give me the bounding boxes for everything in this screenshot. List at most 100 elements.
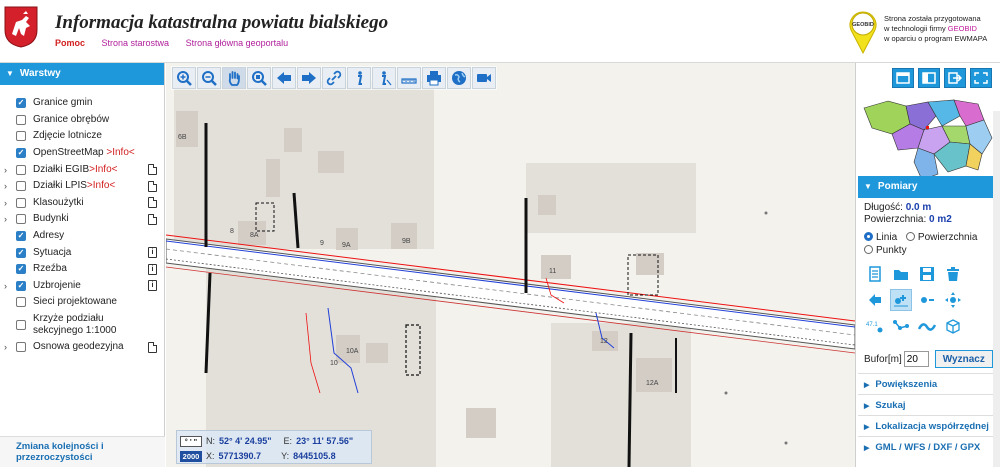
layer-checkbox[interactable] bbox=[16, 264, 26, 275]
mode-points-radio[interactable] bbox=[864, 245, 873, 254]
folder-icon[interactable] bbox=[890, 263, 912, 285]
document-icon[interactable] bbox=[148, 164, 157, 176]
add-point-icon[interactable] bbox=[890, 289, 912, 311]
cube-icon[interactable] bbox=[942, 315, 964, 337]
layer-label[interactable]: Działki EGIB>Info< bbox=[33, 164, 153, 176]
layers-header[interactable]: ▼ Warstwy bbox=[0, 63, 164, 85]
mode-points-label[interactable]: Punkty bbox=[876, 245, 907, 256]
layer-item[interactable]: Granice gmin bbox=[0, 95, 164, 112]
info-icon[interactable]: i bbox=[148, 247, 157, 259]
polyline-icon[interactable] bbox=[890, 315, 912, 337]
layer-label[interactable]: Zdjęcie lotnicze bbox=[33, 130, 153, 142]
layer-checkbox[interactable] bbox=[16, 197, 26, 208]
chevron-right-icon[interactable]: › bbox=[4, 214, 14, 224]
layer-label[interactable]: Granice gmin bbox=[33, 97, 153, 109]
layer-item[interactable]: OpenStreetMap >Info< bbox=[0, 145, 164, 162]
layer-label[interactable]: Sytuacja bbox=[33, 247, 153, 259]
trash-icon[interactable] bbox=[942, 263, 964, 285]
document-icon[interactable] bbox=[148, 213, 157, 225]
layer-label[interactable]: Sieci projektowane bbox=[33, 296, 153, 308]
layer-item[interactable]: › Klasoużytki bbox=[0, 195, 164, 212]
layer-info-link[interactable]: >Info< bbox=[89, 164, 117, 175]
layer-label[interactable]: Adresy bbox=[33, 230, 153, 242]
info-cursor-button[interactable] bbox=[372, 67, 396, 89]
document-icon[interactable] bbox=[148, 180, 157, 192]
geo-format-toggle[interactable]: ° ' " bbox=[180, 435, 202, 447]
layer-checkbox[interactable] bbox=[16, 131, 26, 142]
map-canvas[interactable]: 6B 8 8A 9 9A 9B 11 10A 10 12 12A bbox=[166, 63, 855, 467]
info-icon[interactable]: i bbox=[148, 280, 157, 292]
layer-order-link[interactable]: Zmiana kolejności i przezroczystości bbox=[0, 436, 165, 467]
zoom-out-button[interactable] bbox=[197, 67, 221, 89]
layer-label[interactable]: OpenStreetMap >Info< bbox=[33, 147, 153, 159]
info-button[interactable] bbox=[347, 67, 371, 89]
layer-info-link[interactable]: >Info< bbox=[87, 180, 115, 191]
layer-label[interactable]: Granice obrębów bbox=[33, 114, 153, 126]
chevron-right-icon[interactable]: › bbox=[4, 198, 14, 208]
arrow-back-button[interactable] bbox=[272, 67, 296, 89]
layer-item[interactable]: Adresy bbox=[0, 228, 164, 245]
overview-map[interactable] bbox=[858, 96, 996, 186]
mode-area-label[interactable]: Powierzchnia bbox=[918, 232, 977, 243]
layer-label[interactable]: Krzyże podziału sekcyjnego 1:1000 bbox=[33, 313, 153, 337]
measure-label-icon[interactable]: 47.1 bbox=[864, 315, 886, 337]
accordion-zoom[interactable]: ▶ Powiększenia bbox=[858, 373, 993, 394]
chevron-right-icon[interactable]: › bbox=[4, 181, 14, 191]
mode-line-radio[interactable] bbox=[864, 232, 873, 241]
save-icon[interactable] bbox=[916, 263, 938, 285]
accordion-search[interactable]: ▶ Szukaj bbox=[858, 394, 993, 415]
geobid-brand[interactable]: GEOBID bbox=[948, 24, 977, 33]
layer-checkbox[interactable] bbox=[16, 181, 26, 192]
layer-item[interactable]: › Osnowa geodezyjna bbox=[0, 339, 164, 356]
layer-checkbox[interactable] bbox=[16, 98, 26, 109]
crs-toggle[interactable]: 2000 bbox=[180, 450, 202, 462]
chevron-right-icon[interactable]: › bbox=[4, 281, 14, 291]
chevron-right-icon[interactable]: › bbox=[4, 165, 14, 175]
layer-info-link[interactable]: >Info< bbox=[106, 147, 134, 158]
print-button[interactable] bbox=[422, 67, 446, 89]
document-list-icon[interactable] bbox=[864, 263, 886, 285]
layer-item[interactable]: Sytuacja i bbox=[0, 244, 164, 261]
help-link[interactable]: Pomoc bbox=[55, 38, 85, 48]
layer-checkbox[interactable] bbox=[16, 297, 26, 308]
layer-checkbox[interactable] bbox=[16, 164, 26, 175]
geobid-logo[interactable]: GEOBID bbox=[846, 8, 880, 54]
layer-checkbox[interactable] bbox=[16, 319, 26, 330]
document-icon[interactable] bbox=[148, 341, 157, 353]
layer-checkbox[interactable] bbox=[16, 114, 26, 125]
accordion-gml[interactable]: ▶ GML / WFS / DXF / GPX bbox=[858, 436, 993, 457]
layer-checkbox[interactable] bbox=[16, 214, 26, 225]
arrow-forward-button[interactable] bbox=[297, 67, 321, 89]
map-view[interactable]: 6B 8 8A 9 9A 9B 11 10A 10 12 12A ° ' " N… bbox=[166, 63, 855, 467]
layer-item[interactable]: › Budynki bbox=[0, 211, 164, 228]
ruler-button[interactable] bbox=[397, 67, 421, 89]
link-button[interactable] bbox=[322, 67, 346, 89]
layer-item[interactable]: Zdjęcie lotnicze bbox=[0, 128, 164, 145]
layer-label[interactable]: Osnowa geodezyjna bbox=[33, 341, 153, 353]
curve-icon[interactable] bbox=[916, 315, 938, 337]
layer-checkbox[interactable] bbox=[16, 148, 26, 159]
arrow-left-icon[interactable] bbox=[864, 289, 886, 311]
layer-item[interactable]: Granice obrębów bbox=[0, 112, 164, 129]
move-point-icon[interactable] bbox=[942, 289, 964, 311]
layer-checkbox[interactable] bbox=[16, 231, 26, 242]
layer-label[interactable]: Uzbrojenie bbox=[33, 280, 153, 292]
pan-hand-button[interactable] bbox=[222, 67, 246, 89]
starostwo-link[interactable]: Strona starostwa bbox=[102, 38, 170, 48]
layer-item[interactable]: Rzeźba i bbox=[0, 261, 164, 278]
buffer-input[interactable] bbox=[903, 351, 929, 367]
layer-item[interactable]: › Działki LPIS>Info< bbox=[0, 178, 164, 195]
zoom-window-button[interactable] bbox=[247, 67, 271, 89]
layer-item[interactable]: Krzyże podziału sekcyjnego 1:1000 bbox=[0, 311, 164, 339]
window-icon[interactable] bbox=[892, 68, 914, 88]
split-panel-icon[interactable] bbox=[918, 68, 940, 88]
layer-label[interactable]: Budynki bbox=[33, 213, 153, 225]
scrollbar[interactable] bbox=[993, 111, 1000, 467]
fullscreen-icon[interactable] bbox=[970, 68, 992, 88]
globe-button[interactable] bbox=[447, 67, 471, 89]
layer-checkbox[interactable] bbox=[16, 247, 26, 258]
remove-point-icon[interactable] bbox=[916, 289, 938, 311]
export-icon[interactable] bbox=[944, 68, 966, 88]
layer-item[interactable]: › Działki EGIB>Info< bbox=[0, 161, 164, 178]
compute-buffer-button[interactable]: Wyznacz bbox=[934, 350, 993, 368]
